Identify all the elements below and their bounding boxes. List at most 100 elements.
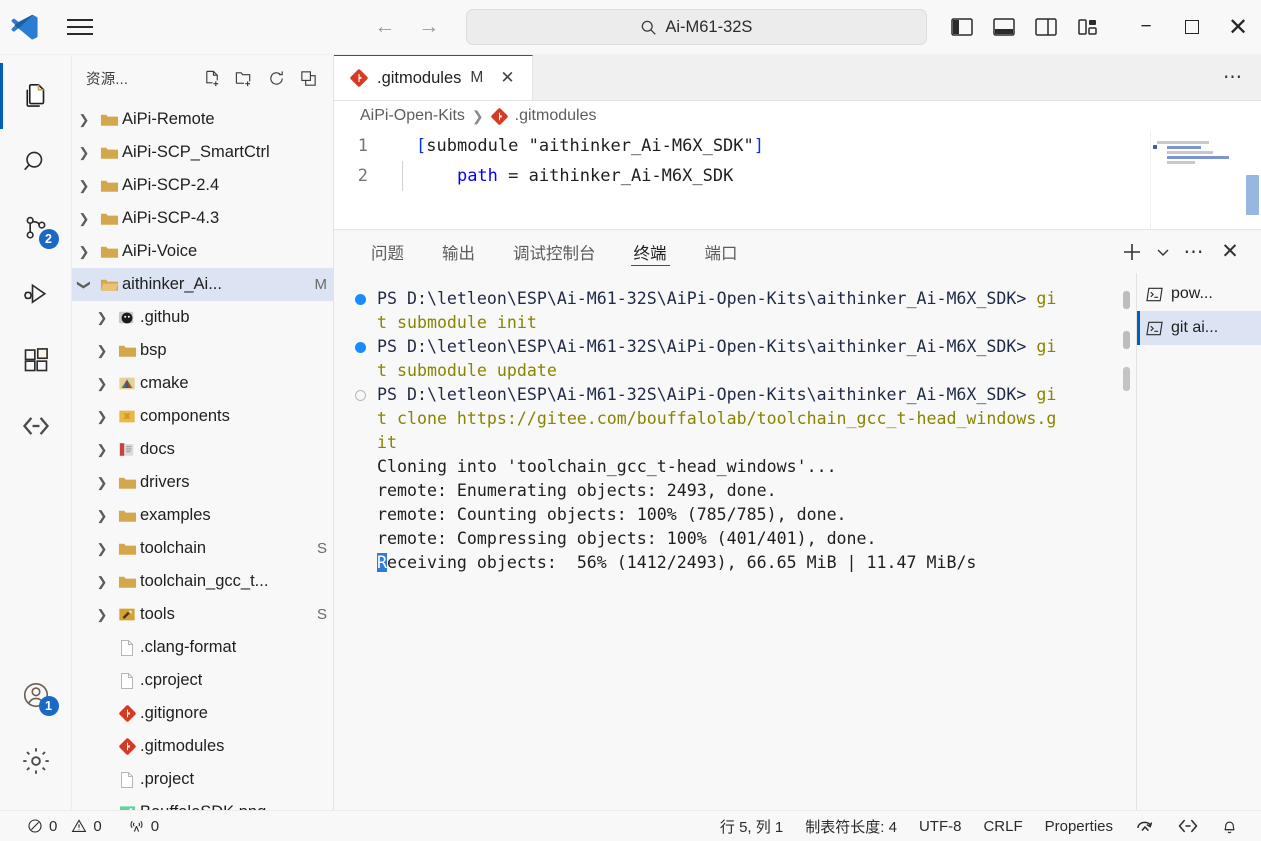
- arrow-left-icon[interactable]: ←: [372, 15, 398, 39]
- status-ports[interactable]: 0: [117, 811, 170, 841]
- breadcrumb-item-folder[interactable]: AiPi-Open-Kits: [360, 107, 465, 125]
- terminal-scrollbar[interactable]: [1123, 367, 1130, 391]
- tree-folder-row[interactable]: ❯ toolchain S: [72, 532, 333, 565]
- terminal-list-item[interactable]: pow...: [1137, 277, 1261, 311]
- chevron-right-icon[interactable]: ❯: [90, 343, 114, 359]
- status-indentation[interactable]: 制表符长度: 4: [794, 811, 908, 841]
- activity-item-search[interactable]: [0, 129, 72, 195]
- chevron-right-icon[interactable]: ❯: [90, 607, 114, 623]
- tab-gitmodules[interactable]: .gitmodules M ✕: [334, 55, 533, 100]
- panel-tab[interactable]: 问题: [358, 230, 417, 273]
- tree-folder-row[interactable]: ❯ AiPi-SCP_SmartCtrl: [72, 136, 333, 169]
- chevron-right-icon[interactable]: ❯: [72, 145, 96, 161]
- arrow-right-icon[interactable]: →: [416, 15, 442, 39]
- chevron-right-icon[interactable]: ❯: [72, 211, 96, 227]
- close-icon[interactable]: ✕: [496, 68, 518, 88]
- activity-item-source-control[interactable]: 2: [0, 195, 72, 261]
- status-notifications[interactable]: [1210, 811, 1249, 841]
- chevron-right-icon[interactable]: ❯: [72, 244, 96, 260]
- file-tree[interactable]: ❯ AiPi-Remote ❯ AiPi-SCP_SmartCtrl ❯ AiPi-SCP…: [72, 101, 333, 810]
- panel-tab[interactable]: 输出: [429, 230, 488, 273]
- customize-layout-icon[interactable]: [1075, 14, 1101, 40]
- status-tortoise-git[interactable]: [1124, 811, 1166, 841]
- activity-item-remote-explorer[interactable]: [0, 393, 72, 459]
- maximize-button[interactable]: [1169, 7, 1215, 47]
- status-language-mode[interactable]: Properties: [1034, 811, 1124, 841]
- tree-file-row[interactable]: .cproject: [72, 664, 333, 697]
- chevron-right-icon[interactable]: ❯: [90, 310, 114, 326]
- breadcrumb[interactable]: AiPi-Open-Kits ❯ .gitmodules: [334, 101, 1261, 131]
- activity-item-extensions[interactable]: [0, 327, 72, 393]
- tree-folder-row[interactable]: ❯ AiPi-Voice: [72, 235, 333, 268]
- tree-folder-row[interactable]: ❯ toolchain_gcc_t...: [72, 565, 333, 598]
- chevron-down-icon[interactable]: ❯: [76, 273, 92, 297]
- close-panel-icon[interactable]: ✕: [1213, 235, 1247, 269]
- tree-folder-row[interactable]: ❯ drivers: [72, 466, 333, 499]
- tree-file-row[interactable]: .project: [72, 763, 333, 796]
- new-terminal-icon[interactable]: [1115, 235, 1149, 269]
- terminal-tabs-list[interactable]: pow... git ai...: [1136, 273, 1261, 810]
- status-encoding[interactable]: UTF-8: [908, 811, 973, 841]
- tree-folder-row[interactable]: ❯ AiPi-SCP-4.3: [72, 202, 333, 235]
- status-problems[interactable]: 0 0: [16, 811, 113, 841]
- tree-folder-row[interactable]: ❯ components: [72, 400, 333, 433]
- panel-tab[interactable]: 终端: [621, 230, 680, 273]
- minimap[interactable]: [1150, 131, 1243, 229]
- search-input[interactable]: Ai-M61-32S: [465, 9, 927, 45]
- chevron-right-icon[interactable]: ❯: [90, 442, 114, 458]
- terminal-scroll-marker-1[interactable]: [1123, 291, 1130, 309]
- status-cursor-position[interactable]: 行 5, 列 1: [709, 811, 794, 841]
- tree-folder-row[interactable]: ❯ AiPi-Remote: [72, 103, 333, 136]
- status-eol[interactable]: CRLF: [972, 811, 1033, 841]
- tree-file-row[interactable]: .clang-format: [72, 631, 333, 664]
- chevron-right-icon[interactable]: ❯: [72, 112, 96, 128]
- activity-item-accounts[interactable]: 1: [0, 662, 72, 728]
- terminal-list-item[interactable]: git ai...: [1137, 311, 1261, 345]
- new-folder-icon[interactable]: [229, 63, 259, 93]
- chevron-right-icon[interactable]: ❯: [72, 178, 96, 194]
- activity-item-run-and-debug[interactable]: [0, 261, 72, 327]
- chevron-right-icon[interactable]: ❯: [90, 409, 114, 425]
- panel-tab[interactable]: 调试控制台: [500, 230, 609, 273]
- chevron-right-icon[interactable]: ❯: [90, 475, 114, 491]
- tree-folder-row[interactable]: ❯ docs: [72, 433, 333, 466]
- code-editor[interactable]: 1 [submodule "aithinker_Ai-M6X_SDK"] 2 pat…: [334, 131, 1261, 229]
- panel-tab[interactable]: 端口: [692, 230, 751, 273]
- activity-item-manage[interactable]: [0, 728, 72, 794]
- refresh-icon[interactable]: [261, 63, 291, 93]
- tree-folder-row[interactable]: ❯ AiPi-SCP-2.4: [72, 169, 333, 202]
- breadcrumb-item-file[interactable]: .gitmodules: [515, 107, 597, 125]
- tree-file-row[interactable]: .gitmodules: [72, 730, 333, 763]
- chevron-right-icon[interactable]: ❯: [90, 376, 114, 392]
- status-remote-host[interactable]: [1166, 811, 1210, 841]
- terminal-line-text: t clone https://gitee.com/bouffalolab/to…: [377, 407, 1056, 431]
- chevron-right-icon[interactable]: ❯: [90, 541, 114, 557]
- terminal-scroll-marker-2[interactable]: [1123, 331, 1130, 349]
- panel-more-icon[interactable]: ⋯: [1177, 235, 1211, 269]
- tree-file-row[interactable]: BouffaloSDK.png: [72, 796, 333, 810]
- editor-actions-more-icon[interactable]: ⋯: [1205, 55, 1261, 100]
- tree-file-row[interactable]: .gitignore: [72, 697, 333, 730]
- collapse-all-icon[interactable]: [293, 63, 323, 93]
- activity-item-explorer[interactable]: [0, 63, 72, 129]
- toggle-primary-sidebar-icon[interactable]: [949, 14, 975, 40]
- toggle-secondary-sidebar-icon[interactable]: [1033, 14, 1059, 40]
- tree-folder-row[interactable]: ❯ aithinker_Ai... M: [72, 268, 333, 301]
- chevron-right-icon[interactable]: ❯: [90, 574, 114, 590]
- tree-folder-row[interactable]: ❯ bsp: [72, 334, 333, 367]
- toggle-panel-icon[interactable]: [991, 14, 1017, 40]
- new-file-icon[interactable]: [197, 63, 227, 93]
- main-menu-button[interactable]: [58, 10, 102, 44]
- terminal-output[interactable]: PS D:\letleon\ESP\Ai-M61-32S\AiPi-Open-K…: [334, 273, 1136, 810]
- tree-folder-row[interactable]: ❯ cmake: [72, 367, 333, 400]
- split-dropdown-icon[interactable]: [1151, 235, 1175, 269]
- tree-folder-row[interactable]: ❯ .github: [72, 301, 333, 334]
- editor-scrollbar[interactable]: [1246, 175, 1259, 215]
- minimize-button[interactable]: −: [1123, 7, 1169, 47]
- tree-folder-row[interactable]: ❯ tools S: [72, 598, 333, 631]
- folder-icon: [114, 541, 140, 557]
- tree-folder-row[interactable]: ❯ examples: [72, 499, 333, 532]
- close-button[interactable]: ✕: [1215, 7, 1261, 47]
- tree-item-label: toolchain: [140, 539, 207, 557]
- chevron-right-icon[interactable]: ❯: [90, 508, 114, 524]
